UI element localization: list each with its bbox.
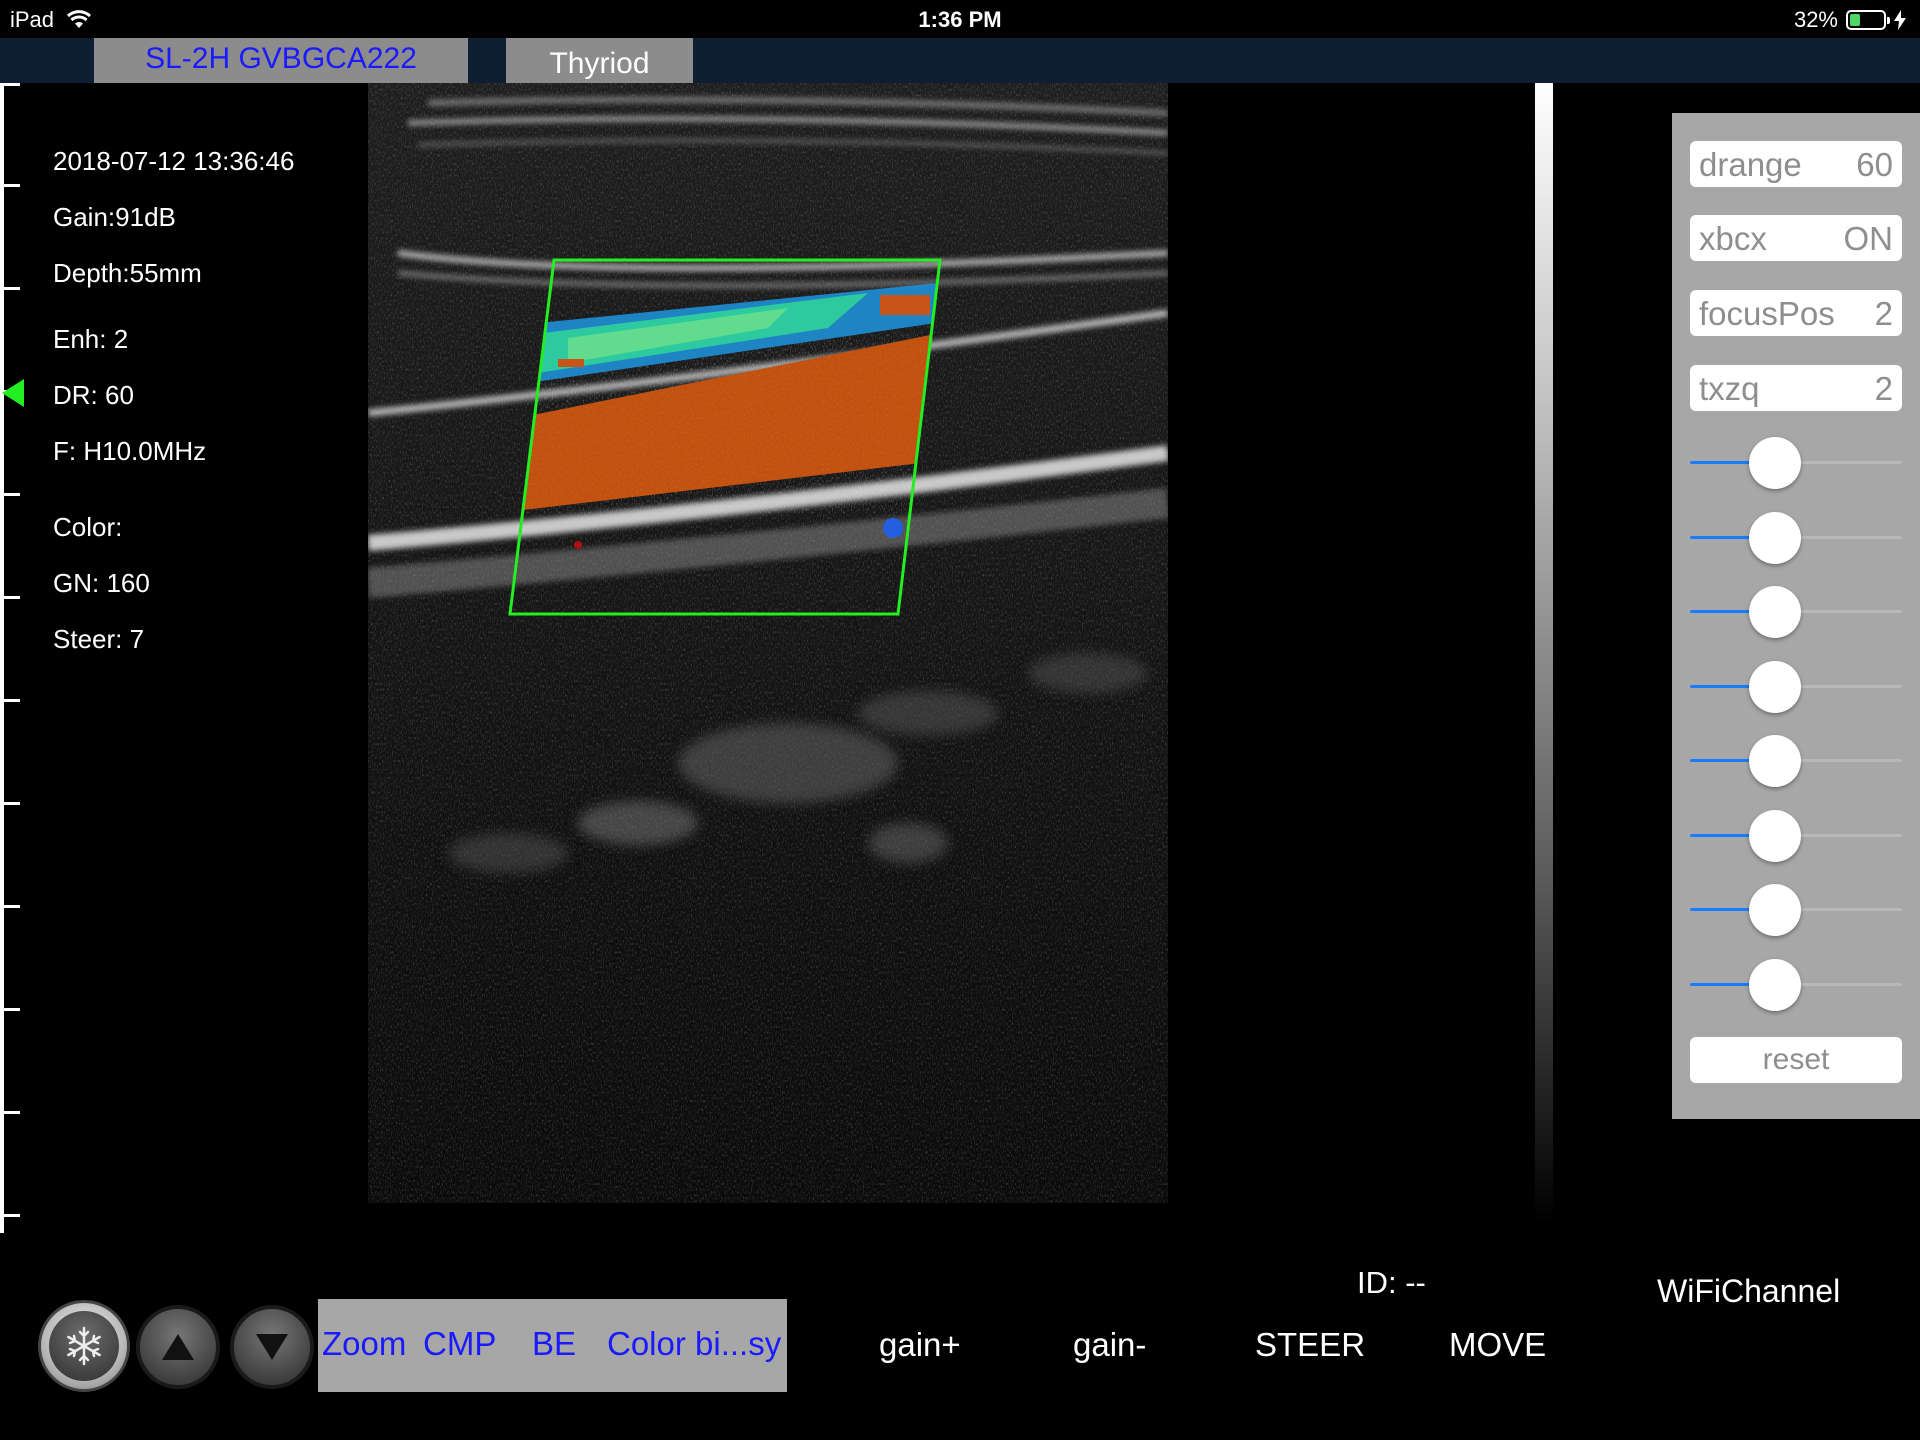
- clock: 1:36 PM: [918, 7, 1002, 32]
- ultrasound-image[interactable]: [368, 83, 1168, 1203]
- param-value: 2: [1874, 370, 1893, 407]
- mode-cmp[interactable]: CMP: [423, 1325, 496, 1363]
- param-label: txzq: [1699, 370, 1760, 407]
- focus-marker[interactable]: [2, 379, 24, 407]
- param-drange[interactable]: drange 60: [1690, 141, 1902, 187]
- slider-7[interactable]: [1690, 882, 1902, 938]
- info-freq: F: H10.0MHz: [53, 436, 207, 466]
- slider-thumb[interactable]: [1748, 437, 1801, 489]
- bolt-icon: [1894, 10, 1906, 30]
- mode-be[interactable]: BE: [532, 1325, 576, 1363]
- mode-zoom[interactable]: Zoom: [322, 1325, 406, 1363]
- ruler-tick: [0, 83, 20, 86]
- slider-5[interactable]: [1690, 733, 1902, 789]
- move-button[interactable]: MOVE: [1449, 1326, 1546, 1364]
- info-steer: Steer: 7: [53, 624, 145, 654]
- info-gain: Gain:91dB: [53, 202, 176, 232]
- slider-8[interactable]: [1690, 957, 1902, 1013]
- ruler-tick: [0, 184, 20, 187]
- info-enh: Enh: 2: [53, 324, 129, 354]
- tab-bar: SL-2H GVBGCA222 Thyriod: [0, 38, 1920, 83]
- info-depth: Depth:55mm: [53, 258, 202, 288]
- slider-1[interactable]: [1690, 435, 1902, 491]
- ruler-tick: [0, 802, 20, 805]
- info-gn: GN: 160: [53, 568, 150, 598]
- slider-thumb[interactable]: [1748, 809, 1801, 862]
- triangle-down-icon: [256, 1334, 288, 1360]
- ruler-tick: [0, 287, 20, 290]
- mode-bar: Zoom CMP BE Color bi...sy: [318, 1299, 787, 1392]
- gain-minus-button[interactable]: gain-: [1073, 1326, 1146, 1364]
- mode-color[interactable]: Color bi...sy: [607, 1325, 781, 1363]
- down-button[interactable]: [230, 1305, 314, 1389]
- slider-2[interactable]: [1690, 510, 1902, 566]
- battery-level: [1850, 14, 1861, 26]
- slider-thumb[interactable]: [1748, 660, 1801, 713]
- info-datetime: 2018-07-12 13:36:46: [53, 146, 295, 176]
- param-value: 2: [1874, 295, 1893, 332]
- status-right: 32%: [1794, 7, 1906, 33]
- image-speckle: [368, 83, 1168, 1203]
- slider-4[interactable]: [1690, 659, 1902, 715]
- gain-plus-button[interactable]: gain+: [879, 1326, 961, 1364]
- triangle-up-icon: [162, 1334, 194, 1360]
- tab-probe[interactable]: SL-2H GVBGCA222: [94, 38, 468, 83]
- freeze-button-face: [49, 1311, 119, 1381]
- slider-thumb[interactable]: [1748, 511, 1801, 564]
- grayscale-bar: [1535, 83, 1553, 1223]
- param-xbcx[interactable]: xbcx ON: [1690, 215, 1902, 261]
- battery-percent: 32%: [1793, 7, 1838, 32]
- slider-thumb[interactable]: [1748, 586, 1801, 638]
- slider-thumb[interactable]: [1748, 884, 1801, 936]
- slider-6[interactable]: [1690, 808, 1902, 864]
- up-button[interactable]: [136, 1305, 220, 1389]
- param-label: xbcx: [1699, 220, 1767, 257]
- ruler-tick: [0, 1111, 20, 1114]
- param-txzq[interactable]: txzq 2: [1690, 365, 1902, 411]
- param-value: ON: [1843, 220, 1894, 257]
- ruler-tick: [0, 1214, 20, 1217]
- slider-thumb[interactable]: [1748, 958, 1801, 1011]
- ruler-tick: [0, 1008, 20, 1011]
- wifi-channel-button[interactable]: WiFiChannel: [1657, 1273, 1840, 1310]
- info-dr: DR: 60: [53, 380, 134, 410]
- param-focuspos[interactable]: focusPos 2: [1690, 290, 1902, 336]
- steer-button[interactable]: STEER: [1255, 1326, 1365, 1364]
- ruler-tick: [0, 699, 20, 702]
- patient-id: ID: --: [1357, 1265, 1426, 1300]
- ruler-tick: [0, 596, 20, 599]
- param-label: drange: [1699, 146, 1802, 183]
- depth-ruler: [0, 83, 4, 1233]
- battery-icon: [1846, 10, 1890, 30]
- parameter-panel: drange 60 xbcx ON focusPos 2 txzq 2 rese…: [1672, 113, 1920, 1119]
- snowflake-icon: [67, 1326, 101, 1366]
- info-color: Color:: [53, 512, 123, 542]
- slider-thumb[interactable]: [1748, 735, 1801, 787]
- freeze-button[interactable]: [38, 1300, 130, 1392]
- ruler-tick: [0, 905, 20, 908]
- tab-preset[interactable]: Thyriod: [506, 38, 693, 83]
- status-bar: iPad 1:36 PM 32%: [0, 0, 1920, 38]
- param-value: 60: [1856, 146, 1893, 183]
- reset-button[interactable]: reset: [1690, 1037, 1902, 1083]
- ruler-tick: [0, 493, 20, 496]
- slider-3[interactable]: [1690, 584, 1902, 640]
- param-label: focusPos: [1699, 295, 1835, 332]
